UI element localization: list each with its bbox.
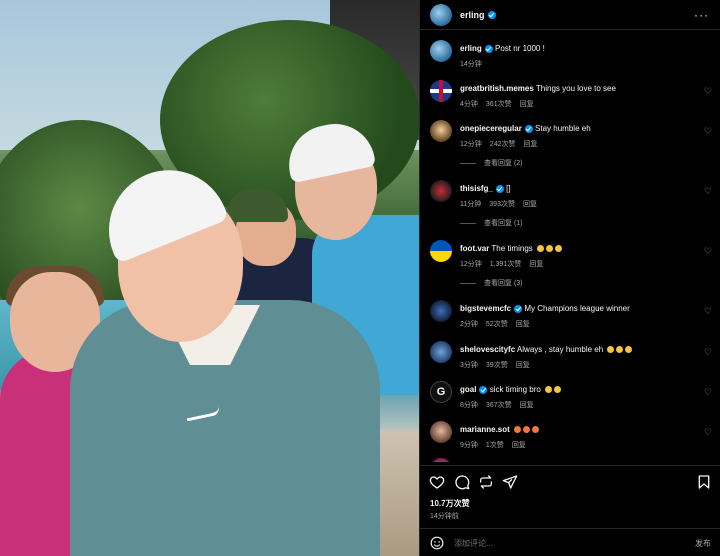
comment-time: 12分钟 xyxy=(460,141,482,148)
comment-username[interactable]: shelovescityfc xyxy=(460,345,515,354)
comment-time: 11分钟 xyxy=(460,201,482,208)
avatar[interactable] xyxy=(430,421,452,443)
sweat-smile-emoji-icon xyxy=(607,346,615,353)
header-username[interactable]: erling xyxy=(460,10,485,20)
comment-text: Stay humble eh xyxy=(535,124,591,133)
comment-input[interactable] xyxy=(454,535,674,551)
caption-time: 14分钟 xyxy=(460,61,482,68)
verified-badge-icon xyxy=(495,184,504,193)
heart-eyes-emoji-icon xyxy=(523,426,531,433)
comment-time: 4分钟 xyxy=(460,101,478,108)
view-replies-button[interactable]: 查看回复 (3) xyxy=(460,278,523,288)
heart-eyes-emoji-icon xyxy=(532,426,540,433)
avatar[interactable] xyxy=(430,300,452,322)
sweat-smile-emoji-icon xyxy=(546,245,554,252)
comment-time: 3分钟 xyxy=(460,362,478,369)
comment-likes[interactable]: 361次赞 xyxy=(486,101,512,108)
comment-likes[interactable]: 393次赞 xyxy=(489,201,515,208)
comment-like-heart-icon[interactable]: ♡ xyxy=(704,347,712,358)
reply-button[interactable]: 回复 xyxy=(516,362,530,369)
comment-like-heart-icon[interactable]: ♡ xyxy=(704,306,712,317)
verified-badge-icon xyxy=(524,124,533,133)
comment-like-heart-icon[interactable]: ♡ xyxy=(704,86,712,97)
comment-username[interactable]: marianne.sot xyxy=(460,425,510,434)
comment-time: 9分钟 xyxy=(460,442,478,449)
comment-likes[interactable]: 52次赞 xyxy=(486,321,508,328)
comment-text: sick timing bro xyxy=(489,385,541,394)
comment-text: The timings xyxy=(491,244,533,253)
action-bar xyxy=(420,465,720,495)
reply-button[interactable]: 回复 xyxy=(523,141,537,148)
comment-username[interactable]: bigstevemcfc xyxy=(460,304,511,313)
avatar[interactable] xyxy=(430,341,452,363)
avatar[interactable] xyxy=(430,120,452,142)
crying-emoji-icon xyxy=(545,386,553,393)
comments-panel: erling ··· erling Post nr 1000 ! 14分钟 gr… xyxy=(419,0,720,556)
comment-like-heart-icon[interactable]: ♡ xyxy=(704,186,712,197)
comment-username[interactable]: foot.var xyxy=(460,244,489,253)
verified-badge-icon xyxy=(484,44,493,53)
verified-badge-icon xyxy=(479,385,488,394)
comment-bubble-icon[interactable] xyxy=(454,474,470,490)
reply-button[interactable]: 回复 xyxy=(516,321,530,328)
bookmark-icon[interactable] xyxy=(696,474,712,490)
comment-username[interactable]: greatbritish.memes xyxy=(460,84,534,93)
verified-badge-icon xyxy=(514,304,523,313)
comment-like-heart-icon[interactable]: ♡ xyxy=(704,427,712,438)
comment-time: 8分钟 xyxy=(460,402,478,409)
sweat-smile-emoji-icon xyxy=(616,346,624,353)
reply-button[interactable]: 回复 xyxy=(512,442,526,449)
post-timestamp: 14分钟前 xyxy=(430,513,459,520)
add-comment-bar: 发布 xyxy=(420,528,720,556)
comment-likes[interactable]: 242次赞 xyxy=(490,141,516,148)
avatar[interactable] xyxy=(430,3,452,26)
verified-badge-icon xyxy=(487,10,496,19)
comment-like-heart-icon[interactable]: ♡ xyxy=(704,126,712,137)
comment-like-heart-icon[interactable]: ♡ xyxy=(704,246,712,257)
comment-text: My Champions league winner xyxy=(524,304,630,313)
comment-text: Things you love to see xyxy=(535,84,616,93)
emoji-picker-icon[interactable] xyxy=(430,536,444,550)
comment-likes[interactable]: 1次赞 xyxy=(486,442,504,449)
sweat-smile-emoji-icon xyxy=(537,245,545,252)
comment-time: 12分钟 xyxy=(460,261,482,268)
sweat-smile-emoji-icon xyxy=(625,346,633,353)
caption-username[interactable]: erling xyxy=(460,44,482,53)
comment-username[interactable]: onepieceregular xyxy=(460,124,522,133)
reply-button[interactable]: 回复 xyxy=(520,402,534,409)
avatar[interactable] xyxy=(430,40,452,62)
reply-button[interactable]: 回复 xyxy=(520,101,534,108)
share-send-icon[interactable] xyxy=(502,474,518,490)
comment-text: Always , stay humble eh xyxy=(516,345,604,354)
repost-icon[interactable] xyxy=(478,474,494,490)
sweat-smile-emoji-icon xyxy=(555,245,563,252)
comment-username[interactable]: thisisfg_ xyxy=(460,184,493,193)
comment-time: 2分钟 xyxy=(460,321,478,328)
avatar[interactable] xyxy=(430,458,452,462)
view-replies-button[interactable]: 查看回复 (2) xyxy=(460,158,523,168)
comment-likes[interactable]: 1,391次赞 xyxy=(490,261,522,268)
post-header: erling ··· xyxy=(420,0,720,30)
comment-likes[interactable]: 39次赞 xyxy=(486,362,508,369)
like-heart-icon[interactable] xyxy=(429,474,445,490)
comment-likes[interactable]: 367次赞 xyxy=(486,402,512,409)
avatar[interactable] xyxy=(430,80,452,102)
like-count[interactable]: 10.7万次赞 xyxy=(430,498,470,509)
avatar[interactable] xyxy=(430,180,452,202)
comment-like-heart-icon[interactable]: ♡ xyxy=(704,387,712,398)
heart-eyes-emoji-icon xyxy=(514,426,522,433)
caption-text: Post nr 1000 ! xyxy=(495,44,545,53)
comment-username[interactable]: goal xyxy=(460,385,476,394)
post-comment-button[interactable]: 发布 xyxy=(695,538,711,549)
avatar[interactable] xyxy=(430,240,452,262)
post-photo[interactable] xyxy=(0,0,419,556)
view-replies-button[interactable]: 查看回复 (1) xyxy=(460,218,523,228)
more-options-icon[interactable]: ··· xyxy=(694,8,709,22)
reply-button[interactable]: 回复 xyxy=(529,261,543,268)
comments-list[interactable]: erling Post nr 1000 ! 14分钟 greatbritish.… xyxy=(420,30,720,462)
comment-text: [] xyxy=(506,184,511,193)
avatar[interactable] xyxy=(430,381,452,403)
reply-button[interactable]: 回复 xyxy=(523,201,537,208)
crying-emoji-icon xyxy=(554,386,562,393)
